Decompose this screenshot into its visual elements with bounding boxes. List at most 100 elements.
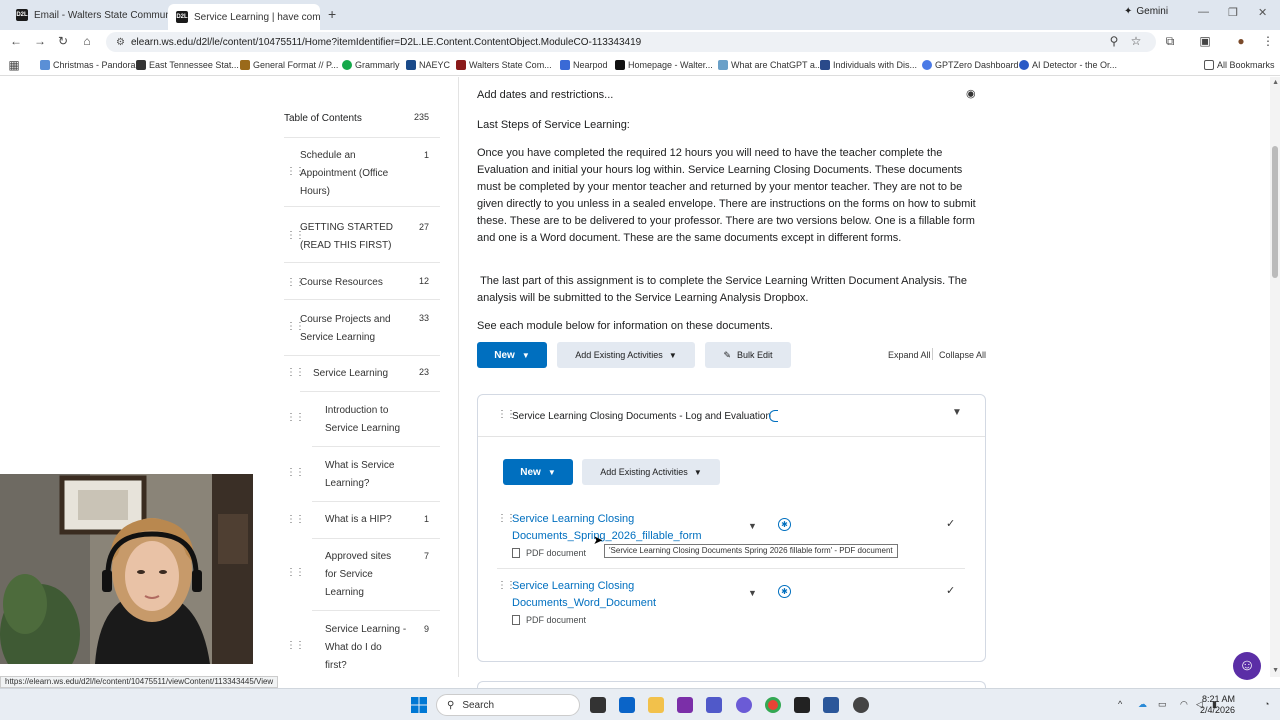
meet-icon[interactable]: ▭ (1158, 699, 1167, 710)
scroll-up-icon[interactable]: ▲ (1272, 79, 1279, 86)
all-bookmarks[interactable]: All Bookmarks (1204, 60, 1275, 70)
onedrive-icon[interactable]: ☁ (1138, 699, 1147, 710)
wifi-icon[interactable]: ◠ (1180, 699, 1188, 710)
tray-overflow-icon[interactable]: ^ (1118, 699, 1122, 709)
item-options-chevron-icon[interactable]: ▼ (748, 521, 757, 531)
back-icon[interactable]: ← (8, 34, 24, 48)
expand-all-link[interactable]: Expand All (888, 350, 931, 360)
bookmark-item[interactable]: Christmas - Pandora (40, 60, 136, 70)
bookmark-item[interactable]: Nearpod (560, 60, 608, 70)
toc-item-getting-started[interactable]: GETTING STARTED (READ THIS FIRST) (300, 219, 393, 255)
extensions-icon[interactable]: ⧉ (1162, 34, 1178, 49)
new-button[interactable]: New ▼ (477, 342, 547, 368)
bookmark-item[interactable]: Homepage - Walter... (615, 60, 713, 70)
windows-start-icon[interactable] (411, 697, 427, 713)
tab-title: Email - Walters State Communi (34, 9, 168, 21)
accessibility-widget-button[interactable]: ☺ (1233, 652, 1261, 680)
taskbar-search[interactable]: ⚲ Search (436, 694, 580, 716)
module-add-existing-button[interactable]: Add Existing Activities ▼ (582, 459, 720, 485)
onenote-icon[interactable] (677, 697, 693, 713)
chevron-down-icon: ▼ (668, 350, 677, 360)
toc-item-service-learning[interactable]: Service Learning (313, 365, 388, 383)
drag-handle-icon[interactable]: ⋮⋮ (286, 640, 305, 651)
profile-avatar-icon[interactable]: ● (1233, 34, 1249, 48)
toc-item-approved-sites[interactable]: Approved sites for Service Learning (325, 548, 391, 602)
bookmarks-bar: ▦ Christmas - Pandora East Tennessee Sta… (0, 56, 1280, 76)
bookmark-item[interactable]: General Format // P... (240, 60, 338, 70)
toc-item-course-resources[interactable]: Course Resources (300, 274, 383, 292)
pandora-icon (40, 60, 50, 70)
notifications-icon[interactable]: ◔ (1264, 699, 1269, 709)
tab-email[interactable]: D2L Email - Walters State Communi ✕ (8, 4, 168, 26)
add-existing-activities-button[interactable]: Add Existing Activities ▼ (557, 342, 695, 368)
drag-handle-icon[interactable]: ⋮⋮ (286, 567, 305, 578)
bulk-edit-button[interactable]: ✎ Bulk Edit (705, 342, 791, 368)
new-tab-icon[interactable]: + (328, 6, 336, 22)
toc-header[interactable]: Table of Contents (284, 113, 362, 124)
restore-icon[interactable]: ❐ (1228, 6, 1238, 19)
module-collapse-chevron-icon[interactable]: ▼ (952, 407, 962, 418)
tab-title: Service Learning | have comple (194, 11, 320, 23)
scroll-down-icon[interactable]: ▼ (1272, 667, 1279, 674)
toc-item-what-do-i-do-first[interactable]: Service Learning - What do I do first? (325, 621, 406, 675)
side-panel-icon[interactable]: ▣ (1197, 34, 1213, 48)
module-title[interactable]: Service Learning Closing Documents - Log… (512, 411, 771, 422)
accessibility-icon[interactable]: ✱ (778, 585, 791, 598)
drag-handle-icon[interactable]: ⋮⋮ (286, 514, 305, 525)
toc-item-what-is-hip[interactable]: What is a HIP? (325, 511, 392, 529)
bookmark-item[interactable]: Walters State Com... (456, 60, 552, 70)
reload-icon[interactable]: ↻ (55, 34, 71, 48)
task-view-icon[interactable] (590, 697, 606, 713)
address-bar[interactable]: ⚙ elearn.ws.edu/d2l/le/content/10475511/… (106, 32, 1156, 52)
bookmark-item[interactable]: GPTZero Dashboard (922, 60, 1019, 70)
bookmark-item[interactable]: Grammarly (342, 60, 400, 70)
outlook-icon[interactable] (619, 697, 635, 713)
toc-item-what-is-service-learning[interactable]: What is Service Learning? (325, 457, 394, 493)
site-settings-icon[interactable]: ⚙ (116, 37, 125, 48)
star-icon[interactable]: ☆ (1128, 34, 1144, 48)
taskbar-clock[interactable]: 8:21 AM 2/4/2026 (1200, 694, 1235, 716)
completed-check-icon: ✓ (946, 585, 956, 597)
word-icon[interactable] (823, 697, 839, 713)
close-window-icon[interactable]: ✕ (1258, 6, 1267, 19)
bookmark-item[interactable]: East Tennessee Stat... (136, 60, 239, 70)
bookmark-item[interactable]: NAEYC (406, 60, 450, 70)
chevron-down-icon: ▼ (521, 350, 530, 360)
module-new-button[interactable]: New ▼ (503, 459, 573, 485)
toc-item-course-projects[interactable]: Course Projects and Service Learning (300, 311, 391, 347)
minimize-icon[interactable]: — (1198, 6, 1209, 18)
item-options-chevron-icon[interactable]: ▼ (748, 588, 757, 598)
teams-icon[interactable] (706, 697, 722, 713)
accessibility-icon[interactable]: ✱ (778, 518, 791, 531)
word-document-link[interactable]: Service Learning Closing Documents_Word_… (512, 578, 656, 612)
file-explorer-icon[interactable] (648, 697, 664, 713)
app-icon[interactable] (853, 697, 869, 713)
collapse-all-link[interactable]: Collapse All (939, 350, 986, 360)
drag-handle-icon[interactable]: ⋮⋮ (286, 412, 305, 423)
toc-item-schedule[interactable]: Schedule an Appointment (Office Hours) (300, 147, 388, 201)
scrollbar-thumb[interactable] (1272, 146, 1278, 278)
fillable-form-link[interactable]: Service Learning Closing Documents_Sprin… (512, 511, 702, 545)
drag-handle-icon[interactable]: ⋮⋮ (286, 467, 305, 478)
home-icon[interactable]: ⌂ (79, 34, 95, 48)
drag-handle-icon[interactable]: ⋮⋮ (286, 367, 305, 378)
toc-item-introduction[interactable]: Introduction to Service Learning (325, 402, 400, 438)
chrome-icon[interactable] (765, 697, 781, 713)
module-info-paragraph: See each module below for information on… (477, 320, 773, 332)
bookmark-item[interactable]: AI Detector - the Or... (1019, 60, 1117, 70)
bookmark-item[interactable]: Individuals with Dis... (820, 60, 917, 70)
apps-grid-icon[interactable]: ▦ (6, 58, 22, 72)
bookmark-item[interactable]: What are ChatGPT a... (718, 60, 822, 70)
menu-icon[interactable]: ⋮ (1260, 34, 1276, 48)
gemini-button[interactable]: ✦ Gemini (1124, 6, 1168, 17)
item-type: PDF document (512, 548, 586, 558)
visibility-eye-icon[interactable]: ◉ (966, 87, 976, 100)
chevron-down-icon: ▼ (547, 467, 556, 477)
add-dates-link[interactable]: Add dates and restrictions... (477, 87, 987, 104)
zoom-icon[interactable]: ⚲ (1106, 34, 1122, 48)
acrobat-icon[interactable] (794, 697, 810, 713)
copilot-icon[interactable] (736, 697, 752, 713)
forward-icon[interactable]: → (32, 34, 48, 48)
accessibility-checker-icon[interactable] (769, 410, 778, 422)
tab-service-learning[interactable]: D2L Service Learning | have comple ✕ (168, 4, 320, 30)
